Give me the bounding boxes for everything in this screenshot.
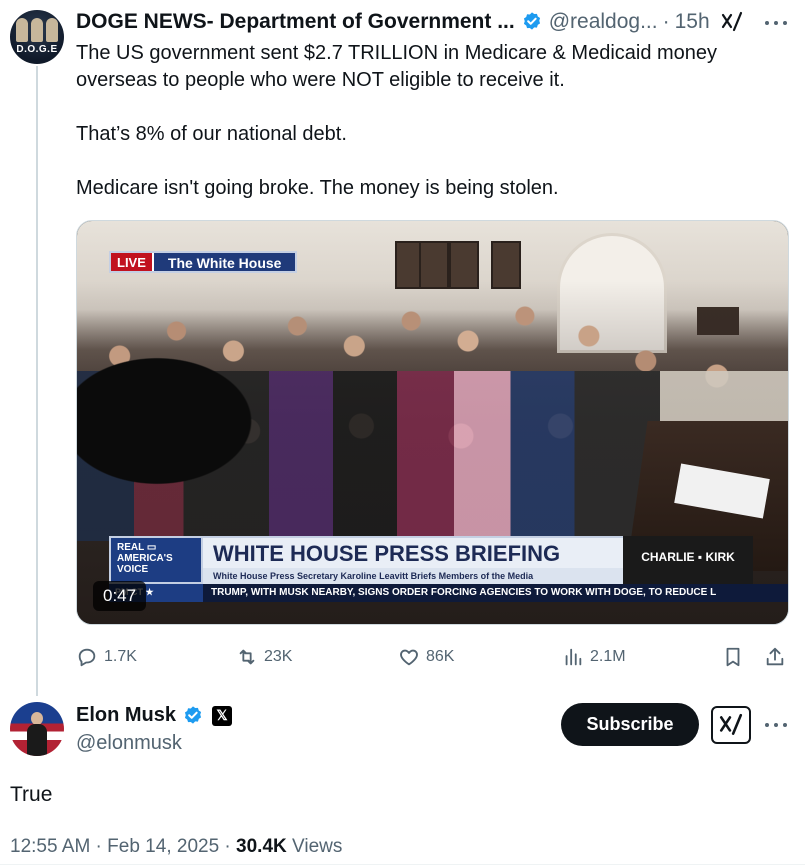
- post-actions-bar: 1.7K 23K 86K 2.1M: [76, 640, 796, 674]
- original-author-name[interactable]: DOGE NEWS- Department of Government ...: [76, 10, 515, 34]
- avatar-doge-text: D.O.G.E: [16, 44, 58, 55]
- bookmark-icon: [726, 647, 740, 667]
- post-timestamp[interactable]: 12:55 AM · Feb 14, 2025 ·: [10, 836, 236, 857]
- original-post-text: The US government sent $2.7 TRILLION in …: [76, 40, 796, 202]
- repost-count: 23K: [264, 648, 293, 665]
- reply-count: 1.7K: [104, 648, 137, 665]
- more-icon[interactable]: [765, 12, 787, 34]
- views-label: Views: [286, 836, 343, 857]
- like-button[interactable]: 86K: [398, 640, 454, 674]
- news-lower-third: REAL ▭ AMERICA'S VOICE WHITE HOUSE PRESS…: [109, 536, 788, 606]
- repost-button[interactable]: 23K: [236, 640, 292, 674]
- like-icon: [400, 649, 418, 666]
- repost-icon: [239, 649, 255, 665]
- share-button[interactable]: [764, 640, 792, 674]
- avatar-people-graphic: [16, 18, 58, 42]
- original-post-header: DOGE NEWS- Department of Government ... …: [76, 8, 805, 36]
- location-label: The White House: [167, 255, 282, 271]
- post-metadata: 12:55 AM · Feb 14, 2025 · 30.4K Views: [10, 836, 342, 858]
- x-affiliation-badge[interactable]: 𝕏: [212, 705, 233, 726]
- thread-connector-line: [36, 66, 38, 696]
- doge-news-avatar[interactable]: D.O.G.E: [10, 10, 64, 64]
- views-button[interactable]: 2.1M: [562, 640, 626, 674]
- grok-button[interactable]: [711, 706, 751, 744]
- like-count: 86K: [426, 648, 455, 665]
- bookmark-button[interactable]: [722, 640, 750, 674]
- live-label: LIVE: [111, 253, 154, 271]
- views-icon: [565, 648, 582, 666]
- post-text-line: Medicare isn't going broke. The money is…: [76, 177, 559, 199]
- view-count: 30.4K: [236, 836, 287, 857]
- post-text-line: The US government sent $2.7 TRILLION in …: [76, 42, 718, 64]
- video-duration: 0:47: [93, 581, 147, 611]
- network-logo: REAL ▭ AMERICA'S VOICE: [109, 536, 203, 584]
- news-ticker: TRUMP, WITH MUSK NEARBY, SIGNS ORDER FOR…: [203, 584, 788, 602]
- reply-text: True: [10, 783, 53, 806]
- grok-icon[interactable]: [720, 10, 744, 34]
- grok-icon: [719, 713, 743, 735]
- views-count: 2.1M: [590, 648, 626, 665]
- separator-dot: ·: [662, 10, 670, 33]
- reply-button[interactable]: 1.7K: [76, 640, 137, 674]
- verified-icon: [523, 12, 540, 30]
- broadcast-subtitle: White House Press Secretary Karoline Lea…: [203, 568, 623, 584]
- subscribe-button[interactable]: Subscribe: [561, 703, 699, 746]
- reply-author-name[interactable]: Elon Musk: [76, 704, 176, 727]
- show-brand: CHARLIE ▪ KIRK: [623, 536, 753, 584]
- original-author-handle[interactable]: @realdog...: [549, 10, 658, 34]
- live-badge: LIVE The White House: [109, 251, 298, 273]
- broadcast-title: WHITE HOUSE PRESS BRIEFING: [203, 536, 623, 568]
- reply-author-handle[interactable]: @elonmusk: [76, 732, 182, 755]
- post-text-line: That’s 8% of our national debt.: [76, 123, 347, 145]
- reply-author-row: Elon Musk 𝕏: [76, 704, 233, 727]
- verified-icon: [184, 705, 202, 724]
- divider: [0, 864, 805, 865]
- share-icon: [766, 647, 784, 666]
- post-time[interactable]: 15h: [675, 10, 710, 34]
- elon-musk-avatar[interactable]: [10, 702, 64, 756]
- more-icon[interactable]: [765, 714, 787, 736]
- reply-icon: [78, 648, 96, 667]
- video-player[interactable]: LIVE The White House REAL ▭ AMERICA'S VO…: [76, 220, 789, 625]
- post-text-line: overseas to people who were NOT eligible…: [76, 69, 565, 91]
